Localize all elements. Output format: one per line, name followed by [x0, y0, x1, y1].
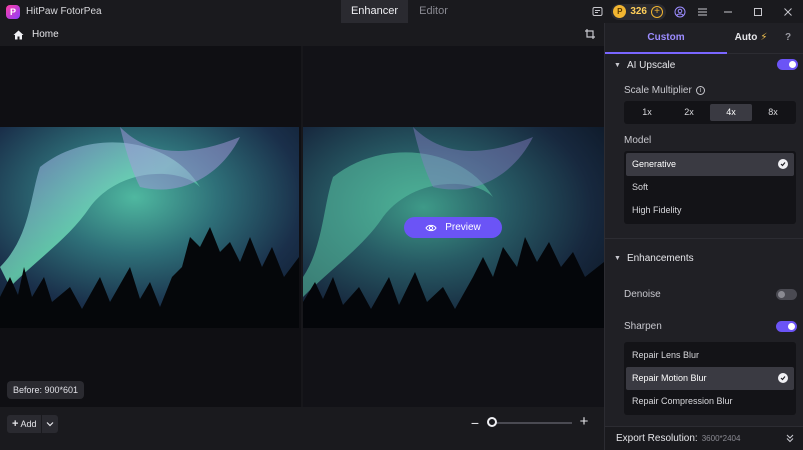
coin-symbol: P — [617, 7, 623, 16]
denoise-toggle[interactable] — [776, 289, 797, 300]
app-name: HitPaw FotorPea — [26, 6, 102, 17]
model-option-label: Generative — [632, 159, 677, 169]
zoom-in-button[interactable]: + — [578, 414, 590, 430]
chevron-down-icon — [47, 422, 54, 427]
ai-upscale-header[interactable]: ▼ AI Upscale — [605, 55, 803, 75]
home-bar: Home — [0, 23, 604, 46]
ai-upscale-toggle[interactable] — [777, 59, 798, 70]
scale-multiplier-selector: 1x 2x 4x 8x — [624, 101, 796, 124]
home-link[interactable]: Home — [32, 29, 59, 40]
export-resolution-bar[interactable]: Export Resolution: 3600*2404 — [605, 426, 803, 450]
caret-down-icon: ▼ — [614, 61, 621, 69]
scale-multiplier-label: Scale Multiplier i — [624, 85, 705, 96]
sharpen-option-motion-blur[interactable]: Repair Motion Blur — [626, 367, 794, 390]
feedback-icon[interactable] — [586, 0, 608, 23]
caret-down-icon: ▼ — [614, 254, 621, 262]
add-label: Add — [20, 419, 37, 429]
home-icon[interactable] — [12, 29, 24, 41]
tab-custom[interactable]: Custom — [605, 23, 727, 54]
credits-pill[interactable]: P 326 + — [611, 3, 666, 20]
add-dropdown[interactable] — [42, 415, 58, 433]
main-tabs: Enhancer Editor — [341, 0, 459, 23]
sharpen-label: Sharpen — [624, 321, 662, 332]
double-chevron-down-icon[interactable] — [785, 433, 795, 443]
add-group: + Add — [7, 415, 59, 433]
settings-panel: Custom Auto ⚡ ? ▼ AI Upscale Scale Multip… — [604, 23, 803, 450]
before-image — [0, 127, 299, 328]
before-size-badge: Before: 900*601 — [7, 381, 85, 399]
title-bar: P HitPaw FotorPea Enhancer Editor P 326 … — [0, 0, 803, 23]
bottom-bar: + Add − + — [0, 407, 604, 450]
sharpen-option-lens-blur[interactable]: Repair Lens Blur — [626, 344, 794, 367]
preview-button[interactable]: Preview — [404, 217, 502, 238]
enhancements-header[interactable]: ▼ Enhancements — [605, 248, 803, 268]
sharpen-option-compression-blur[interactable]: Repair Compression Blur — [626, 390, 794, 413]
image-canvas: Preview Before: 900*601 — [0, 46, 604, 407]
model-list: Generative Soft High Fidelity — [624, 151, 796, 224]
model-option-high-fidelity[interactable]: High Fidelity — [626, 199, 794, 222]
account-icon[interactable] — [669, 0, 691, 23]
help-icon[interactable]: ? — [775, 23, 801, 54]
check-icon — [778, 373, 788, 383]
scale-option-1x[interactable]: 1x — [626, 104, 668, 121]
zoom-slider-handle[interactable] — [487, 417, 497, 427]
enhancements-title: Enhancements — [626, 252, 694, 264]
model-label: Model — [624, 135, 652, 146]
panel-tabs: Custom Auto ⚡ ? — [605, 23, 803, 54]
scale-option-4x[interactable]: 4x — [710, 104, 752, 121]
credits-count: 326 — [630, 6, 647, 17]
menu-icon[interactable] — [691, 0, 713, 23]
bolt-icon: ⚡ — [760, 32, 768, 43]
add-button[interactable]: + Add — [7, 415, 43, 433]
add-credits-icon[interactable]: + — [651, 5, 663, 18]
denoise-label: Denoise — [624, 289, 661, 300]
plus-icon: + — [12, 418, 19, 430]
model-option-soft[interactable]: Soft — [626, 176, 794, 199]
preview-label: Preview — [445, 222, 481, 233]
title-bar-controls: P 326 + — [586, 0, 803, 23]
check-icon — [778, 159, 788, 169]
scale-option-2x[interactable]: 2x — [668, 104, 710, 121]
tab-enhancer[interactable]: Enhancer — [341, 0, 408, 23]
coin-icon: P — [613, 5, 627, 18]
model-option-generative[interactable]: Generative — [626, 153, 794, 176]
scale-multiplier-text: Scale Multiplier — [624, 85, 692, 96]
zoom-out-button[interactable]: − — [470, 415, 480, 431]
scale-option-8x[interactable]: 8x — [752, 104, 794, 121]
tab-editor[interactable]: Editor — [408, 0, 459, 23]
sharpen-toggle[interactable] — [776, 321, 797, 332]
section-divider — [605, 238, 803, 239]
tab-auto-label: Auto — [734, 32, 758, 43]
zoom-slider-track[interactable] — [492, 422, 572, 424]
minimize-icon[interactable] — [713, 0, 743, 23]
eye-icon — [425, 224, 437, 231]
ai-upscale-title: AI Upscale — [626, 59, 676, 71]
info-icon[interactable]: i — [695, 86, 705, 95]
app-logo-letter: P — [9, 6, 16, 17]
crop-icon[interactable] — [584, 28, 596, 40]
sharpen-option-label: Repair Motion Blur — [632, 373, 707, 383]
sharpen-options-list: Repair Lens Blur Repair Motion Blur Repa… — [624, 342, 796, 415]
app-logo: P — [6, 4, 20, 19]
close-icon[interactable] — [773, 0, 803, 23]
export-resolution-label: Export Resolution: — [616, 433, 698, 444]
maximize-icon[interactable] — [743, 0, 773, 23]
tab-auto[interactable]: Auto ⚡ — [727, 23, 775, 54]
export-resolution-value: 3600*2404 — [701, 434, 741, 443]
